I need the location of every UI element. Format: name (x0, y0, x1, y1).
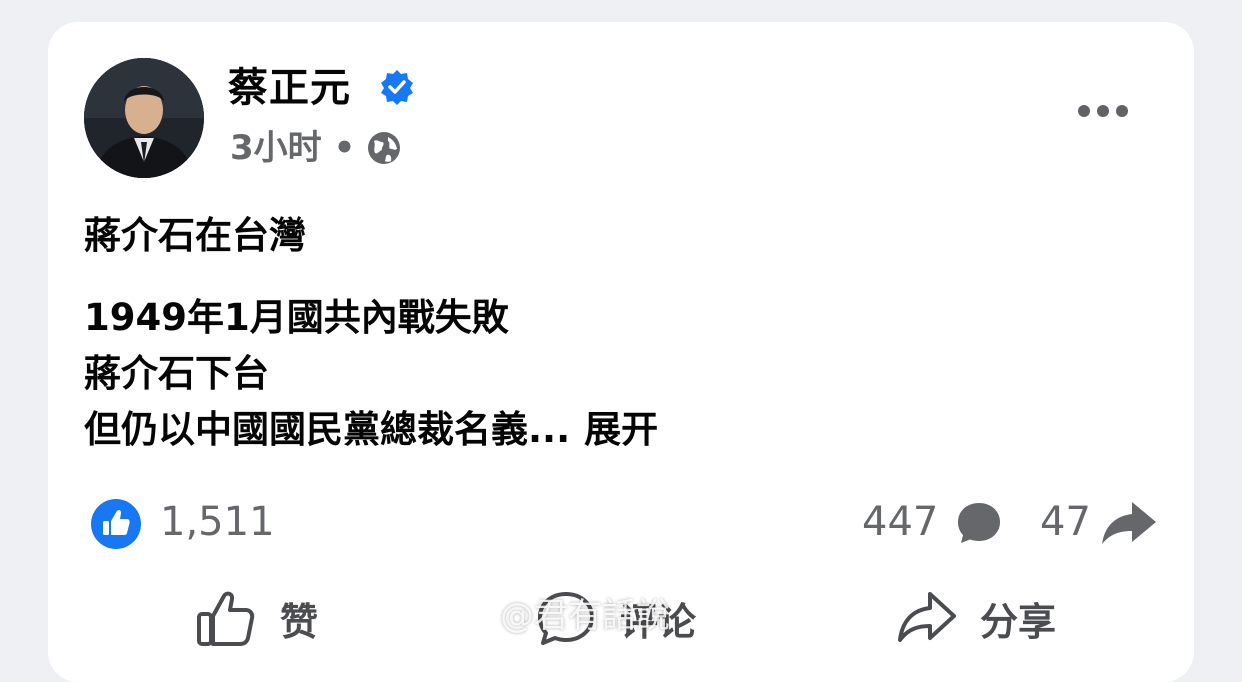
post-line: 但仍以中國國民黨總裁名義... (84, 408, 571, 451)
avatar[interactable] (84, 58, 204, 178)
more-options-icon[interactable] (1076, 100, 1130, 122)
share-outline-icon (898, 592, 956, 642)
share-count[interactable]: 47 (1040, 494, 1091, 550)
share-icon (1102, 502, 1156, 544)
post-line-last: 但仍以中國國民黨總裁名義... 展开 (84, 402, 658, 458)
like-count[interactable]: 1,511 (160, 494, 275, 550)
author-name[interactable]: 蔡正元 (228, 60, 351, 116)
post-line: 1949年1月國共內戰失敗 (84, 296, 509, 339)
share-button-label: 分享 (980, 599, 1057, 644)
verified-badge-icon (381, 70, 413, 105)
thumbs-up-icon (197, 591, 255, 646)
comment-icon (958, 503, 1000, 543)
post-meta: 3小时 • (230, 124, 403, 172)
see-more-link[interactable]: 展开 (584, 408, 658, 451)
meta-separator: • (333, 128, 356, 168)
like-button-label: 赞 (280, 599, 319, 644)
post-timestamp[interactable]: 3小时 (230, 124, 322, 172)
like-badge-icon[interactable] (90, 498, 142, 550)
post-title: 蔣介石在台灣 (84, 214, 306, 257)
comment-count[interactable]: 447 (862, 494, 938, 550)
post-card: 蔡正元 3小时 • 蔣介石在台灣 1949年1月國共內戰失敗 蔣介石下台 但仍以… (48, 22, 1194, 682)
share-button[interactable]: 分享 (894, 584, 1056, 652)
post-line: 蔣介石下台 (84, 352, 269, 395)
watermark: @君有話說 (500, 596, 670, 636)
post-body: 1949年1月國共內戰失敗 蔣介石下台 但仍以中國國民黨總裁名義... 展开 (84, 290, 658, 458)
avatar-image (84, 58, 204, 178)
like-button[interactable]: 赞 (194, 584, 318, 652)
globe-icon (368, 132, 401, 164)
